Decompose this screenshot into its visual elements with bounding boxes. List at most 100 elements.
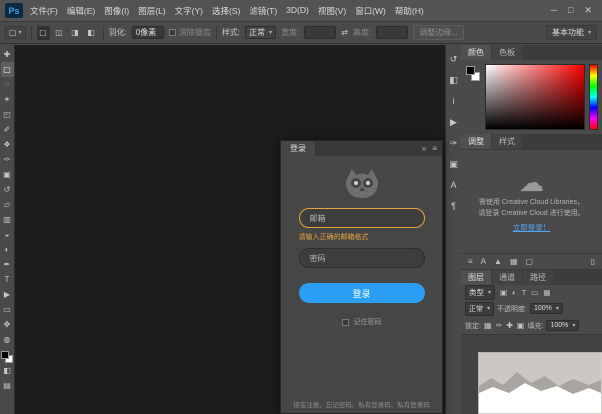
- dodge-tool-icon[interactable]: ◐: [1, 242, 14, 257]
- foreground-color-swatch[interactable]: [1, 351, 9, 359]
- paragraph-panel-icon[interactable]: ¶: [448, 200, 460, 212]
- brush-settings-panel-icon[interactable]: ✑: [448, 137, 460, 149]
- tab-adjust-0[interactable]: 调整: [461, 134, 491, 149]
- menu-item-7[interactable]: 3D(D): [286, 5, 309, 17]
- glyph-panel-icon[interactable]: ▲: [494, 257, 502, 266]
- subtract-selection-icon[interactable]: ◨: [69, 26, 82, 40]
- rectangular-marquee-tool-icon[interactable]: ▢: [1, 62, 14, 77]
- layer-filter-select[interactable]: 类型 ▾: [465, 285, 495, 300]
- align-panel-icon[interactable]: ≡: [468, 257, 473, 266]
- intersect-selection-icon[interactable]: ◧: [85, 26, 98, 40]
- history-panel-icon[interactable]: ↺: [448, 53, 460, 65]
- swap-dimensions-icon[interactable]: ⇄: [341, 28, 348, 37]
- delete-panel-icon[interactable]: ▯: [591, 257, 595, 266]
- filter-pixel-icon[interactable]: ▣: [500, 288, 507, 297]
- shape-tool-icon[interactable]: ▭: [1, 302, 14, 317]
- lock-pixels-icon[interactable]: ✑: [496, 321, 503, 330]
- healing-brush-tool-icon[interactable]: ❖: [1, 137, 14, 152]
- close-button[interactable]: ✕: [584, 5, 592, 16]
- remember-password-checkbox[interactable]: [342, 319, 349, 326]
- width-input[interactable]: [304, 26, 336, 39]
- color-saturation-field[interactable]: [485, 64, 585, 130]
- info-panel-icon[interactable]: i: [448, 95, 460, 107]
- swatch-panel-icon[interactable]: ▢: [526, 257, 534, 266]
- quick-selection-tool-icon[interactable]: ✶: [1, 92, 14, 107]
- eyedropper-tool-icon[interactable]: ✐: [1, 122, 14, 137]
- blur-tool-icon[interactable]: ◒: [1, 227, 14, 242]
- eraser-tool-icon[interactable]: ▱: [1, 197, 14, 212]
- clone-source-panel-icon[interactable]: ▣: [448, 158, 460, 170]
- quick-mask-icon[interactable]: ◧: [1, 363, 14, 378]
- tab-adjust-1[interactable]: 样式: [492, 134, 522, 149]
- menu-item-0[interactable]: 文件(F): [30, 5, 58, 17]
- menu-item-6[interactable]: 滤镜(T): [249, 5, 277, 17]
- menu-item-3[interactable]: 图层(L): [138, 5, 165, 17]
- fill-select[interactable]: 100% ▾: [546, 320, 579, 331]
- zoom-tool-icon[interactable]: ◍: [1, 332, 14, 347]
- antialias-checkbox[interactable]: [169, 29, 176, 36]
- tool-preset-picker[interactable]: ▢ ▾: [5, 26, 26, 39]
- height-input[interactable]: [376, 26, 408, 39]
- grid-panel-icon[interactable]: ▦: [510, 257, 518, 266]
- brush-tool-icon[interactable]: ✑: [1, 152, 14, 167]
- foreground-background-swatches[interactable]: [465, 64, 481, 130]
- lock-all-icon[interactable]: ▣: [517, 321, 525, 330]
- feather-input[interactable]: 0像素: [132, 26, 164, 39]
- history-brush-tool-icon[interactable]: ↺: [1, 182, 14, 197]
- path-selection-tool-icon[interactable]: ▶: [1, 287, 14, 302]
- filter-shape-icon[interactable]: ▭: [531, 288, 538, 297]
- tab-color-0[interactable]: 颜色: [461, 45, 491, 60]
- foreground-color-swatch[interactable]: [466, 66, 475, 75]
- properties-panel-icon[interactable]: ◧: [448, 74, 460, 86]
- toolbar-color-swatches[interactable]: [1, 351, 13, 363]
- add-selection-icon[interactable]: ◫: [53, 26, 66, 40]
- lock-position-icon[interactable]: ✚: [506, 321, 513, 330]
- filter-smart-object-icon[interactable]: ▦: [543, 288, 550, 297]
- move-tool-icon[interactable]: ✚: [1, 47, 14, 62]
- tab-color-1[interactable]: 色板: [492, 45, 522, 60]
- menu-item-9[interactable]: 窗口(W): [355, 5, 386, 17]
- filter-adjustment-icon[interactable]: ◐: [512, 288, 517, 297]
- workspace-switcher[interactable]: 基本功能 ▾: [546, 25, 597, 40]
- style-select[interactable]: 正常 ▾: [245, 26, 276, 39]
- menu-item-2[interactable]: 图像(I): [104, 5, 129, 17]
- login-tab[interactable]: 登录: [281, 141, 315, 156]
- panel-menu-icon[interactable]: ≡: [432, 144, 437, 153]
- hue-slider[interactable]: [589, 64, 598, 130]
- blend-mode-select[interactable]: 正常 ▾: [465, 302, 494, 316]
- menu-item-8[interactable]: 视图(V): [318, 5, 346, 17]
- collapse-panel-icon[interactable]: »: [422, 144, 426, 153]
- character-style-icon[interactable]: A: [481, 257, 486, 266]
- menu-item-4[interactable]: 文字(Y): [175, 5, 203, 17]
- login-footer-link-1[interactable]: 忘记密码: [326, 399, 352, 409]
- maximize-button[interactable]: □: [568, 5, 573, 16]
- sign-in-now-link[interactable]: 立即登录！: [513, 222, 551, 233]
- filter-type-icon[interactable]: T: [522, 288, 527, 297]
- character-panel-icon[interactable]: A: [448, 179, 460, 191]
- refine-edge-button[interactable]: 调整边缘...: [413, 25, 464, 40]
- screen-mode-icon[interactable]: ▤: [1, 378, 14, 393]
- crop-tool-icon[interactable]: ◰: [1, 107, 14, 122]
- hand-tool-icon[interactable]: ✥: [1, 317, 14, 332]
- tab-layers-2[interactable]: 路径: [523, 270, 553, 285]
- tab-layers-0[interactable]: 图层: [461, 270, 491, 285]
- actions-panel-icon[interactable]: ▶: [448, 116, 460, 128]
- lock-transparency-icon[interactable]: ▦: [484, 321, 492, 330]
- login-footer-link-3[interactable]: 私有登录码: [397, 399, 430, 409]
- email-field[interactable]: 邮箱: [299, 208, 425, 228]
- gradient-tool-icon[interactable]: ▥: [1, 212, 14, 227]
- login-footer-link-2[interactable]: 私有登录码: [358, 399, 391, 409]
- opacity-select[interactable]: 100% ▾: [530, 303, 563, 314]
- login-button[interactable]: 登录: [299, 283, 425, 303]
- new-selection-icon[interactable]: ▢: [37, 26, 50, 40]
- minimize-button[interactable]: ─: [551, 5, 557, 16]
- pen-tool-icon[interactable]: ✒: [1, 257, 14, 272]
- lasso-tool-icon[interactable]: ◌: [1, 77, 14, 92]
- menu-item-5[interactable]: 选择(S): [212, 5, 240, 17]
- clone-stamp-tool-icon[interactable]: ▣: [1, 167, 14, 182]
- menu-item-1[interactable]: 编辑(E): [67, 5, 95, 17]
- type-tool-icon[interactable]: T: [1, 272, 14, 287]
- password-field[interactable]: 密码: [299, 248, 425, 268]
- tab-layers-1[interactable]: 通道: [492, 270, 522, 285]
- menu-item-10[interactable]: 帮助(H): [395, 5, 424, 17]
